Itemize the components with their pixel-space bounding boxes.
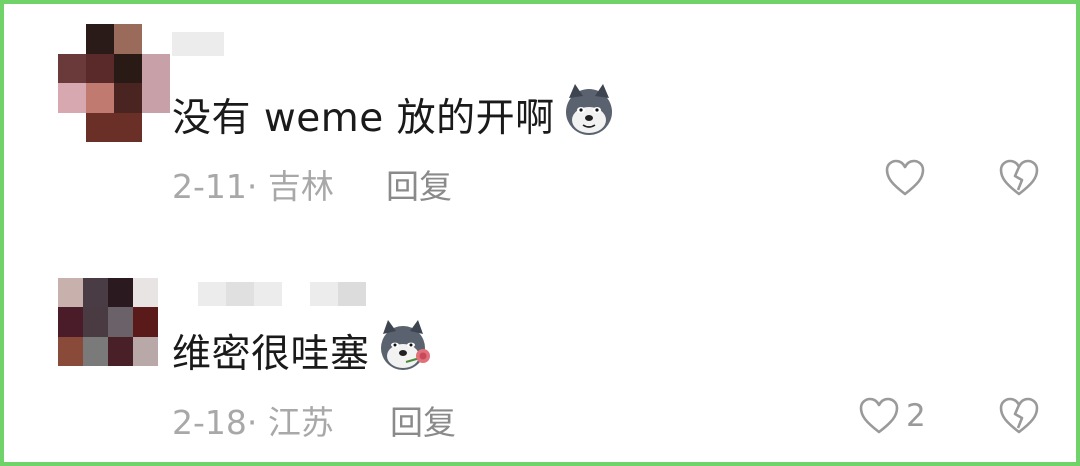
- avatar[interactable]: [58, 278, 158, 366]
- comment-meta: 2-11· 吉林: [172, 160, 334, 208]
- avatar[interactable]: [58, 24, 170, 142]
- comment-text: 维密很哇塞: [172, 320, 434, 382]
- comment-body: 维密很哇塞: [172, 332, 370, 377]
- comment-date: 2-11: [172, 167, 247, 206]
- dislike-broken-heart-icon[interactable]: [998, 158, 1040, 202]
- like-heart-icon[interactable]: [858, 396, 900, 440]
- reply-button[interactable]: 回复: [386, 160, 452, 208]
- username-blurred[interactable]: [172, 32, 224, 56]
- comment-text: 没有 weme 放的开啊: [172, 84, 617, 146]
- like-count: 2: [906, 398, 926, 434]
- reply-button[interactable]: 回复: [390, 396, 456, 444]
- comment-date: 2-18: [172, 403, 247, 442]
- comment-body: 没有 weme 放的开啊: [172, 96, 555, 141]
- username-blurred[interactable]: [198, 282, 366, 306]
- husky-rose-emoji-icon: [376, 320, 434, 382]
- comment-location: 江苏: [267, 403, 334, 442]
- comment-meta: 2-18· 江苏: [172, 396, 334, 444]
- dislike-broken-heart-icon[interactable]: [998, 396, 1040, 440]
- screenshot-frame: 没有 weme 放的开啊 2-11· 吉林 回复 维密很哇塞 2-18· 江苏 …: [0, 0, 1080, 466]
- meta-separator: ·: [246, 403, 258, 442]
- meta-separator: ·: [246, 167, 258, 206]
- like-heart-icon[interactable]: [884, 158, 926, 202]
- comment-location: 吉林: [267, 167, 334, 206]
- husky-dog-emoji-icon: [561, 84, 617, 146]
